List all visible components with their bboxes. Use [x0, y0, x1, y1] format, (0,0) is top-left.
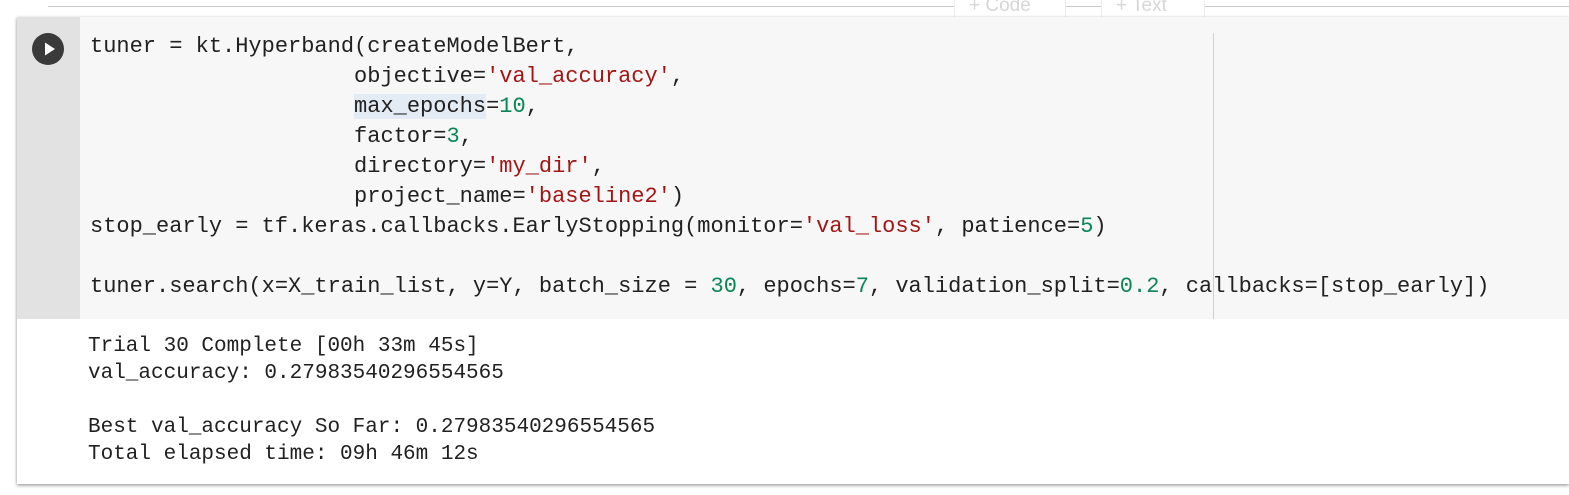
string-token: 'val_loss'	[802, 214, 935, 239]
code-editor[interactable]: tuner = kt.Hyperband(createModelBert, ob…	[80, 17, 1569, 319]
play-icon	[45, 42, 55, 56]
code-line: tuner = kt.Hyperband(createModelBert,	[90, 32, 1489, 62]
code-line: project_name='baseline2')	[90, 182, 1489, 212]
code-token: )	[670, 184, 685, 209]
code-cell[interactable]: tuner = kt.Hyperband(createModelBert, ob…	[17, 17, 1569, 484]
code-token: ,	[459, 124, 473, 149]
highlighted-token: max_epochs	[354, 94, 487, 119]
code-token: tuner.search(x=X_train_list, y=Y, batch_…	[90, 274, 711, 299]
code-token: project_name=	[90, 184, 526, 209]
code-line: max_epochs=10,	[90, 92, 1489, 122]
code-token: stop_early = tf.keras.callbacks.EarlySto…	[90, 214, 803, 239]
run-cell-button[interactable]	[32, 33, 64, 65]
code-line: stop_early = tf.keras.callbacks.EarlySto…	[90, 212, 1489, 242]
code-token: ,	[591, 154, 605, 179]
code-token: , patience=	[934, 214, 1081, 239]
code-token: , epochs=	[736, 274, 856, 299]
code-token: factor=	[90, 124, 447, 149]
number-token: 30	[710, 274, 737, 299]
code-token: directory=	[90, 154, 487, 179]
number-token: 7	[855, 274, 869, 299]
output-line: Total elapsed time: 09h 46m 12s	[88, 443, 479, 466]
cell-gutter	[17, 17, 80, 319]
code-token: tuner = kt.Hyperband(createModelBert,	[90, 34, 579, 59]
code-line: directory='my_dir',	[90, 152, 1489, 182]
code-token: =	[486, 94, 500, 119]
code-token: , callbacks=[stop_early])	[1159, 274, 1490, 299]
code-text[interactable]: tuner = kt.Hyperband(createModelBert, ob…	[90, 32, 1489, 302]
output-line: val_accuracy: 0.27983540296554565	[88, 362, 504, 385]
cell-output: Trial 30 Complete [00h 33m 45s] val_accur…	[17, 319, 1569, 484]
code-line: objective='val_accuracy',	[90, 62, 1489, 92]
code-token: objective=	[90, 64, 487, 89]
output-line: Trial 30 Complete [00h 33m 45s]	[88, 335, 479, 358]
number-token: 10	[499, 94, 526, 119]
number-token: 3	[446, 124, 460, 149]
code-line: tuner.search(x=X_train_list, y=Y, batch_…	[90, 272, 1489, 302]
code-line: factor=3,	[90, 122, 1489, 152]
output-text: Trial 30 Complete [00h 33m 45s] val_accur…	[88, 333, 655, 468]
code-token: )	[1093, 214, 1107, 239]
string-token: 'my_dir'	[486, 154, 592, 179]
code-token: ,	[525, 94, 539, 119]
output-line: Best val_accuracy So Far: 0.279835402965…	[88, 416, 656, 439]
cell-divider	[48, 6, 1569, 7]
number-token: 5	[1080, 214, 1094, 239]
number-token: 0.2	[1119, 274, 1160, 299]
code-token: , validation_split=	[868, 274, 1120, 299]
string-token: 'baseline2'	[525, 184, 671, 209]
string-token: 'val_accuracy'	[486, 64, 671, 89]
code-token: ,	[670, 64, 685, 89]
